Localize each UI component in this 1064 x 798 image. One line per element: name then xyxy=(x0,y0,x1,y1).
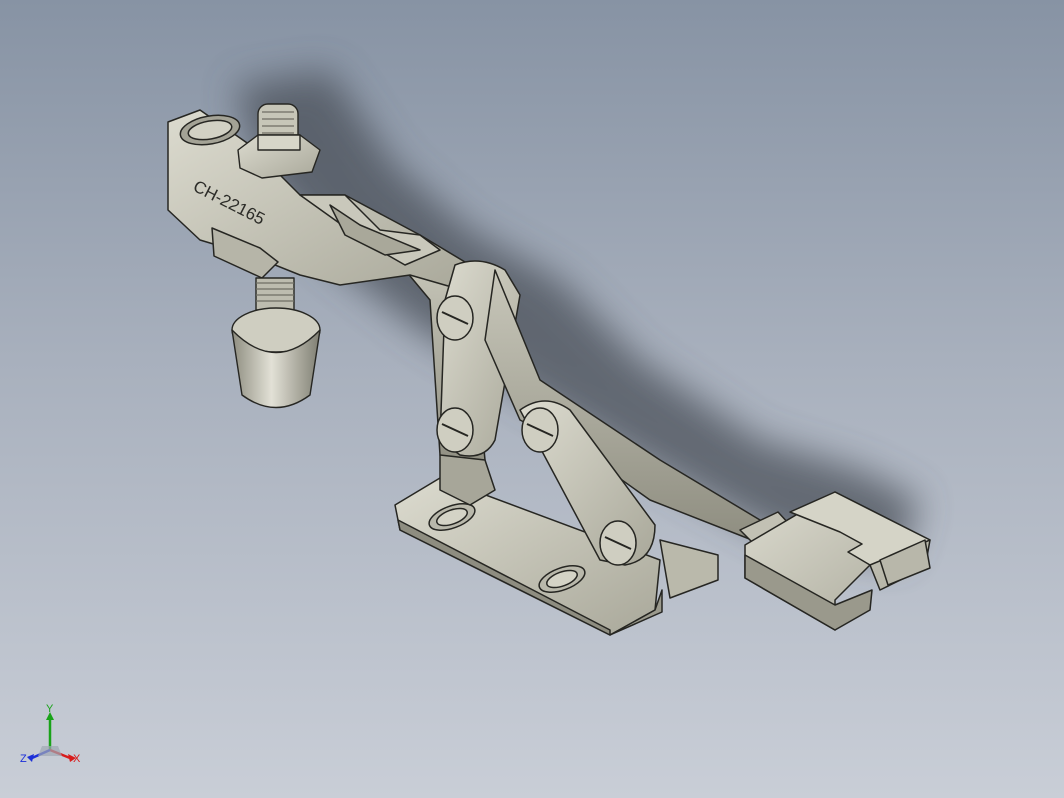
graphics-viewport[interactable]: CH-22165 Y X Z xyxy=(0,0,1064,798)
x-axis-label: X xyxy=(73,753,81,765)
axis-triad: Y X Z xyxy=(20,703,81,765)
z-axis-label: Z xyxy=(20,753,27,765)
triad-plane xyxy=(38,746,62,756)
z-axis-arrow-icon xyxy=(27,754,34,762)
toggle-clamp-model[interactable]: CH-22165 xyxy=(0,0,1064,798)
y-axis-label: Y xyxy=(46,703,54,715)
